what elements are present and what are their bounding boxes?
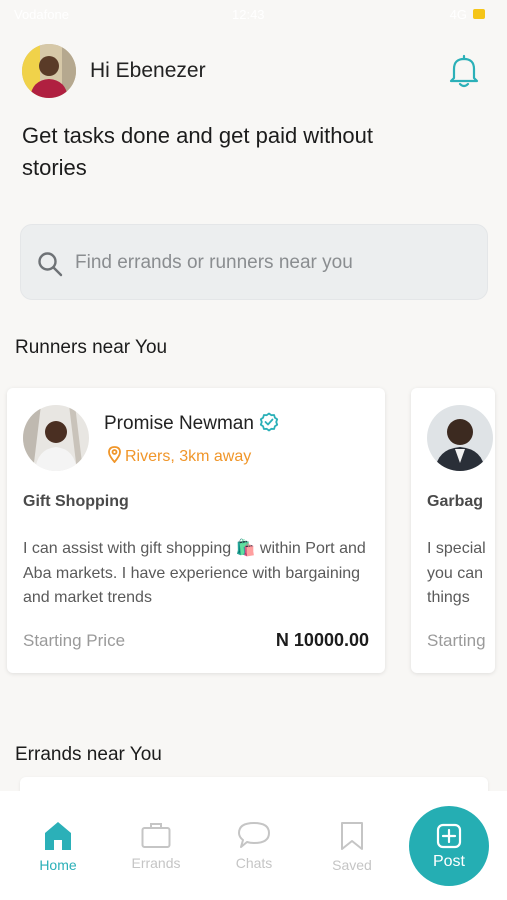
runner-name: Promise Newman: [104, 412, 279, 435]
runner-avatar: [23, 405, 89, 471]
tab-label: Saved: [332, 857, 372, 873]
runner-description: I can assist with gift shopping 🛍️ withi…: [23, 540, 366, 606]
bell-icon[interactable]: [448, 54, 480, 88]
errands-section-title: Errands near You: [15, 744, 162, 765]
search-icon: [38, 252, 63, 277]
runner-card[interactable]: Garbag I special you can things Starting: [411, 388, 495, 673]
header: Hi Ebenezer: [22, 44, 492, 99]
chat-icon: [238, 822, 270, 848]
search-bar[interactable]: [20, 224, 488, 300]
tab-label: Home: [39, 857, 77, 873]
add-square-icon: [436, 823, 462, 849]
post-button[interactable]: Post: [409, 806, 489, 886]
runner-description: I special you can things: [427, 537, 495, 611]
search-input[interactable]: [75, 245, 465, 281]
price-label: Starting Price: [23, 631, 126, 650]
tab-home[interactable]: Home: [18, 821, 98, 873]
battery-icon: [473, 9, 485, 19]
runner-description-line: I special: [427, 540, 486, 557]
runner-service: Gift Shopping: [23, 493, 129, 510]
runner-location-text: Rivers, 3km away: [125, 448, 252, 465]
price-label: Starting: [427, 631, 486, 650]
status-bar: Vodafone 12:43 4G: [0, 0, 507, 30]
runner-description-line: you can: [427, 564, 484, 582]
runners-section-title: Runners near You: [15, 337, 168, 358]
tab-errands[interactable]: Errands: [116, 821, 196, 871]
post-button-label: Post: [432, 853, 465, 870]
greeting-text: Hi Ebenezer: [90, 59, 206, 82]
tab-chats[interactable]: Chats: [214, 821, 294, 871]
tab-label: Errands: [131, 855, 181, 871]
carrier-label: Vodafone: [14, 7, 69, 22]
tab-saved[interactable]: Saved: [312, 821, 392, 873]
location-pin-icon: [108, 446, 121, 464]
runner-location: Rivers, 3km away: [108, 446, 251, 466]
bottom-tab-bar: Home Errands Chats Saved Post: [0, 791, 507, 900]
bookmark-icon: [341, 822, 363, 850]
runner-name-text: Promise Newman: [104, 413, 254, 434]
home-icon: [45, 822, 71, 850]
runner-card[interactable]: Promise Newman Rivers, 3km away Gift Sho…: [7, 388, 385, 673]
runner-description-line: things: [427, 589, 470, 606]
tagline: Get tasks done and get paid without stor…: [22, 123, 374, 180]
tab-label: Chats: [235, 855, 273, 871]
avatar[interactable]: [22, 44, 76, 98]
runner-price: N 10000.00: [275, 630, 369, 650]
briefcase-icon: [141, 823, 171, 848]
runner-service: Garbag: [427, 493, 484, 510]
runner-avatar: [427, 405, 493, 471]
signal-label: 4G: [449, 7, 467, 22]
status-time: 12:43: [232, 7, 265, 22]
verified-icon: [259, 412, 279, 432]
